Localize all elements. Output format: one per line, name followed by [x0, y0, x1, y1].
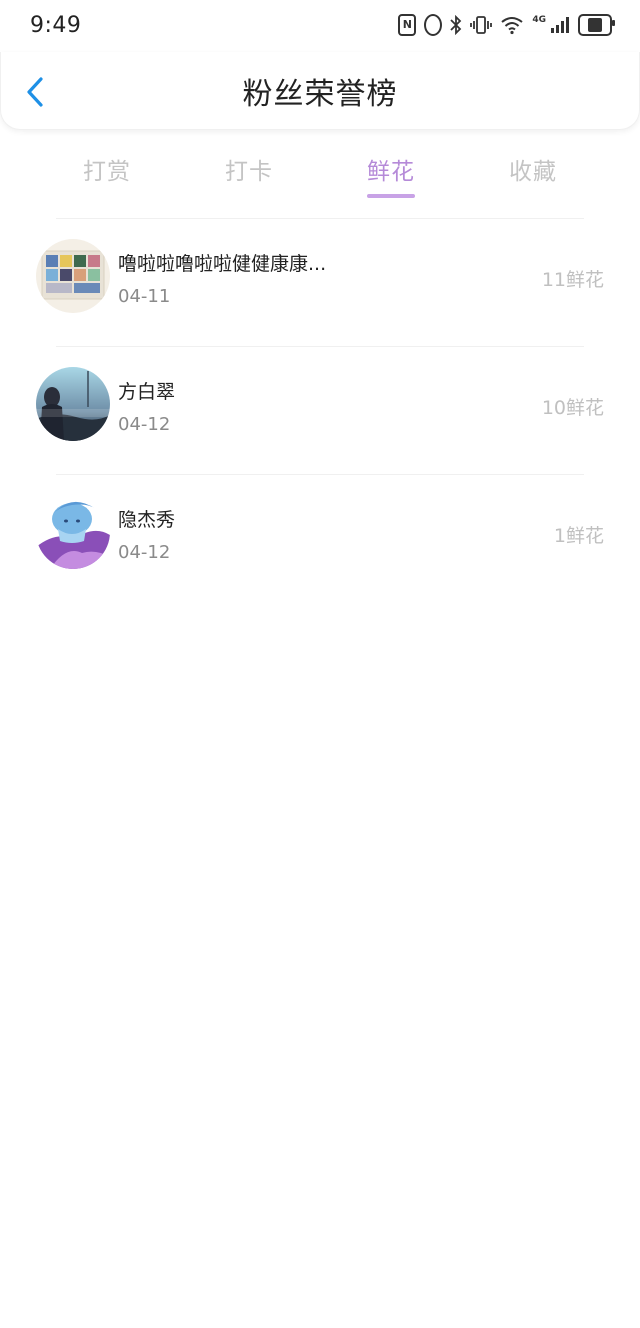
- bluetooth-icon: [450, 14, 462, 36]
- nfc-icon: N: [398, 14, 417, 36]
- list-item-text: 方白翠 04-12: [118, 377, 175, 435]
- list-item-text: 噜啦啦噜啦啦健健康康... 04-11: [118, 249, 326, 307]
- tab-favorites[interactable]: 收藏: [462, 140, 604, 202]
- alarm-icon: [424, 14, 443, 36]
- fan-name: 噜啦啦噜啦啦健健康康...: [118, 253, 327, 275]
- battery-level: [587, 18, 603, 32]
- fan-list: 噜啦啦噜啦啦健健康康... 04-11 11鲜花 方白翠 04-12 10鲜花 …: [0, 218, 640, 602]
- gift-date: 04-12: [118, 542, 171, 563]
- list-item[interactable]: 噜啦啦噜啦啦健健康康... 04-11 11鲜花: [0, 219, 640, 346]
- fan-name: 隐杰秀: [118, 509, 176, 531]
- screen: 9:49 N 4G 粉丝荣誉榜 打赏 打卡 鲜花 收藏 噜啦啦噜啦啦健健康康..…: [0, 0, 640, 1328]
- header: 粉丝荣誉榜: [0, 52, 640, 130]
- avatar: [36, 239, 110, 313]
- status-icons: N 4G: [398, 14, 615, 36]
- network-type-label: 4G: [532, 15, 546, 25]
- tab-bar: 打赏 打卡 鲜花 收藏: [36, 140, 604, 202]
- flower-count: 11鲜花: [541, 269, 604, 291]
- signal-icon: [550, 14, 570, 36]
- list-item[interactable]: 隐杰秀 04-12 1鲜花: [0, 475, 640, 602]
- battery-icon: [578, 14, 615, 36]
- list-item-text: 隐杰秀 04-12: [118, 505, 175, 563]
- gift-date: 04-11: [118, 286, 171, 307]
- list-item[interactable]: 方白翠 04-12 10鲜花: [0, 347, 640, 474]
- vibrate-icon: [470, 14, 493, 36]
- back-button[interactable]: [19, 76, 51, 108]
- status-bar: 9:49 N 4G: [0, 0, 640, 50]
- page-title: 粉丝荣誉榜: [242, 76, 398, 112]
- avatar: [36, 367, 110, 441]
- chevron-left-icon: [27, 77, 43, 107]
- wifi-icon: [500, 14, 524, 36]
- gift-date: 04-12: [118, 414, 171, 435]
- flower-count: 10鲜花: [541, 397, 604, 419]
- tab-checkin[interactable]: 打卡: [178, 140, 320, 202]
- tab-reward[interactable]: 打赏: [36, 140, 178, 202]
- fan-name: 方白翠: [118, 381, 176, 403]
- avatar: [36, 495, 110, 569]
- flower-count: 1鲜花: [553, 525, 604, 547]
- status-time: 9:49: [30, 12, 82, 38]
- tab-flowers[interactable]: 鲜花: [320, 140, 462, 202]
